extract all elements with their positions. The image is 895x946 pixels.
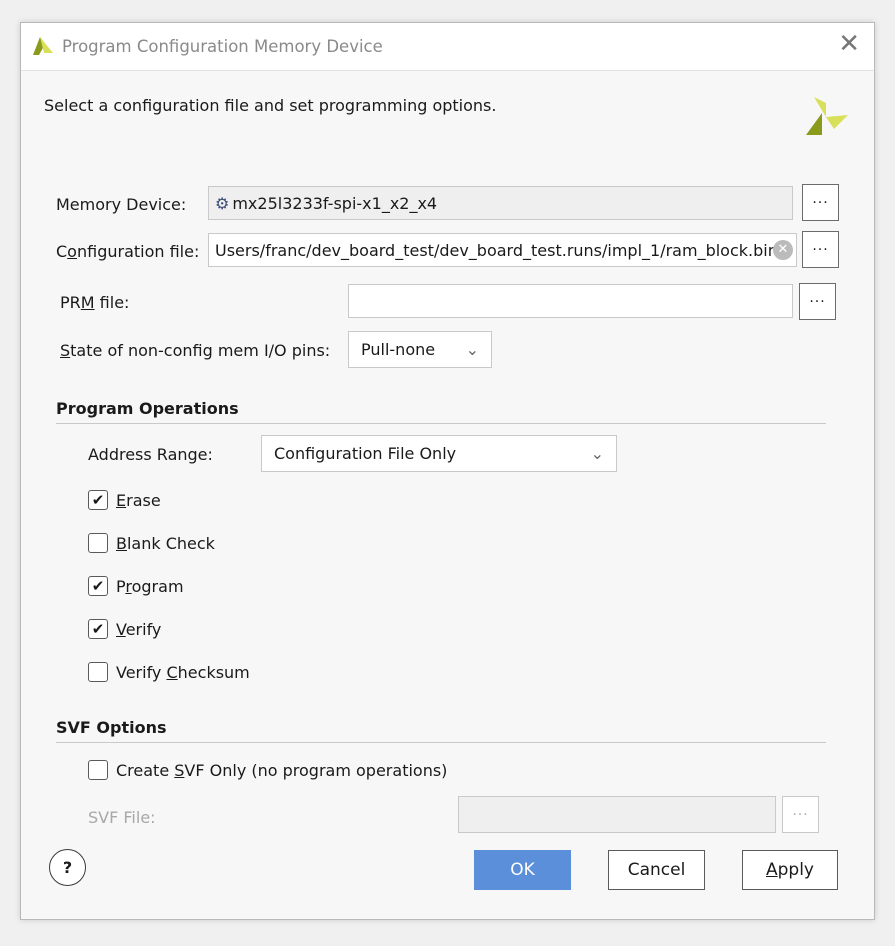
memory-device-label: Memory Device:: [56, 195, 187, 214]
address-range-label: Address Range:: [88, 445, 213, 464]
checkbox-box[interactable]: [88, 760, 108, 780]
chevron-down-icon: ⌄: [465, 340, 479, 359]
config-file-browse-button[interactable]: ···: [802, 231, 839, 268]
chip-icon: ⚙: [215, 193, 230, 213]
checkbox-erase[interactable]: ✔ Erase: [88, 490, 161, 510]
io-pins-value: Pull-none: [361, 340, 436, 359]
checkbox-box[interactable]: [88, 533, 108, 553]
checkbox-program[interactable]: ✔ Program: [88, 576, 184, 596]
chevron-down-icon: ⌄: [590, 444, 604, 463]
divider: [56, 423, 826, 424]
checkbox-blank-check[interactable]: Blank Check: [88, 533, 215, 553]
checkbox-box[interactable]: ✔: [88, 490, 108, 510]
checkbox-verify[interactable]: ✔ Verify: [88, 619, 161, 639]
checkbox-verify-checksum[interactable]: Verify Checksum: [88, 662, 250, 682]
apply-button[interactable]: Apply: [742, 850, 838, 890]
checkbox-box[interactable]: [88, 662, 108, 682]
window-title: Program Configuration Memory Device: [62, 37, 383, 56]
clear-icon[interactable]: ✕: [773, 240, 793, 260]
memory-device-browse-button[interactable]: ···: [802, 184, 839, 221]
app-logo-icon: [33, 37, 53, 55]
address-range-dropdown[interactable]: Configuration File Only ⌄: [261, 435, 617, 472]
svf-file-label: SVF File:: [88, 808, 156, 827]
prm-file-input[interactable]: [348, 284, 793, 318]
xilinx-logo-icon: [806, 97, 848, 135]
prm-file-label: PRM file:: [60, 293, 130, 312]
checkbox-box[interactable]: ✔: [88, 576, 108, 596]
io-pins-dropdown[interactable]: Pull-none ⌄: [348, 331, 492, 368]
address-range-value: Configuration File Only: [274, 444, 457, 463]
close-icon[interactable]: ✕: [838, 31, 860, 57]
svf-options-heading: SVF Options: [56, 718, 167, 737]
memory-device-value: mx25l3233f-spi-x1_x2_x4: [232, 193, 438, 213]
divider: [56, 742, 826, 743]
help-button[interactable]: ?: [49, 849, 86, 886]
memory-device-field: ⚙ mx25l3233f-spi-x1_x2_x4: [208, 186, 793, 220]
checkbox-box[interactable]: ✔: [88, 619, 108, 639]
dialog-window: Program Configuration Memory Device ✕ Se…: [20, 22, 875, 920]
create-svf-checkbox[interactable]: Create SVF Only (no program operations): [88, 760, 447, 780]
title-bar: Program Configuration Memory Device ✕: [21, 23, 874, 71]
config-file-value: 'Users/franc/dev_board_test/dev_board_te…: [215, 240, 782, 260]
prm-file-browse-button[interactable]: ···: [799, 283, 836, 320]
instructions: Select a configuration file and set prog…: [44, 96, 497, 115]
io-pins-label: State of non-config mem I/O pins:: [60, 341, 331, 360]
config-file-label: Configuration file:: [56, 242, 200, 261]
program-operations-heading: Program Operations: [56, 399, 239, 418]
svf-file-input[interactable]: [458, 796, 776, 833]
config-file-input[interactable]: 'Users/franc/dev_board_test/dev_board_te…: [208, 233, 797, 267]
cancel-button[interactable]: Cancel: [608, 850, 705, 890]
ok-button[interactable]: OK: [474, 850, 571, 890]
svf-file-browse-button[interactable]: ···: [782, 796, 819, 833]
